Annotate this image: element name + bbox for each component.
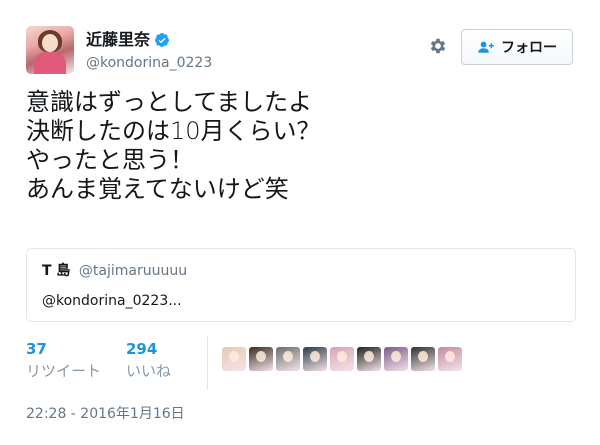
liker-avatars — [222, 347, 462, 371]
likes-label: いいね — [126, 362, 172, 380]
gear-icon[interactable] — [428, 36, 448, 56]
liker-avatar[interactable] — [249, 347, 273, 371]
retweets-count: 37 — [26, 340, 47, 358]
follow-button[interactable]: フォロー — [461, 29, 573, 65]
retweets-stat[interactable]: 37 リツイート — [26, 340, 101, 381]
liker-avatar[interactable] — [276, 347, 300, 371]
tweet-text-line: やったと思う！ — [26, 146, 194, 174]
quoted-tweet-header: T 島 @tajimaruuuuu — [42, 262, 187, 280]
liker-avatar[interactable] — [222, 347, 246, 371]
quoted-tweet-text: @kondorina_0223... — [42, 293, 182, 309]
tweet-text: 意識はずっとしてましたよ 決断したのは10月くらい？ やったと思う！ あんま覚え… — [26, 88, 576, 204]
likes-count: 294 — [126, 340, 158, 358]
author-handle[interactable]: @kondorina_0223 — [86, 54, 212, 72]
author-name-block[interactable]: 近藤里奈 @kondorina_0223 — [86, 30, 212, 72]
author-avatar[interactable] — [26, 26, 74, 74]
liker-avatar[interactable] — [438, 347, 462, 371]
author-display-name[interactable]: 近藤里奈 — [86, 30, 212, 50]
follow-button-label: フォロー — [501, 40, 557, 56]
author-display-name-text: 近藤里奈 — [86, 30, 151, 49]
liker-avatar[interactable] — [330, 347, 354, 371]
follow-user-icon — [478, 41, 494, 53]
tweet-text-line: 意識はずっとしてましたよ — [26, 88, 313, 116]
quoted-author-name: T 島 — [42, 263, 71, 279]
quoted-author-handle: @tajimaruuuuu — [78, 263, 188, 279]
tweet-text-line: あんま覚えてないけど笑 — [26, 175, 289, 203]
retweets-label: リツイート — [26, 362, 102, 380]
tweet-text-line: 決断したのは10月くらい？ — [26, 117, 321, 145]
liker-avatar[interactable] — [411, 347, 435, 371]
verified-badge-icon — [155, 33, 170, 47]
liker-avatar[interactable] — [384, 347, 408, 371]
liker-avatar[interactable] — [357, 347, 381, 371]
liker-avatar[interactable] — [303, 347, 327, 371]
stats-divider — [207, 336, 208, 390]
likes-stat[interactable]: 294 いいね — [126, 340, 171, 381]
tweet-timestamp[interactable]: 22:28 - 2016年1月16日 — [26, 405, 185, 423]
quoted-tweet-card[interactable]: T 島 @tajimaruuuuu @kondorina_0223... — [26, 248, 576, 322]
